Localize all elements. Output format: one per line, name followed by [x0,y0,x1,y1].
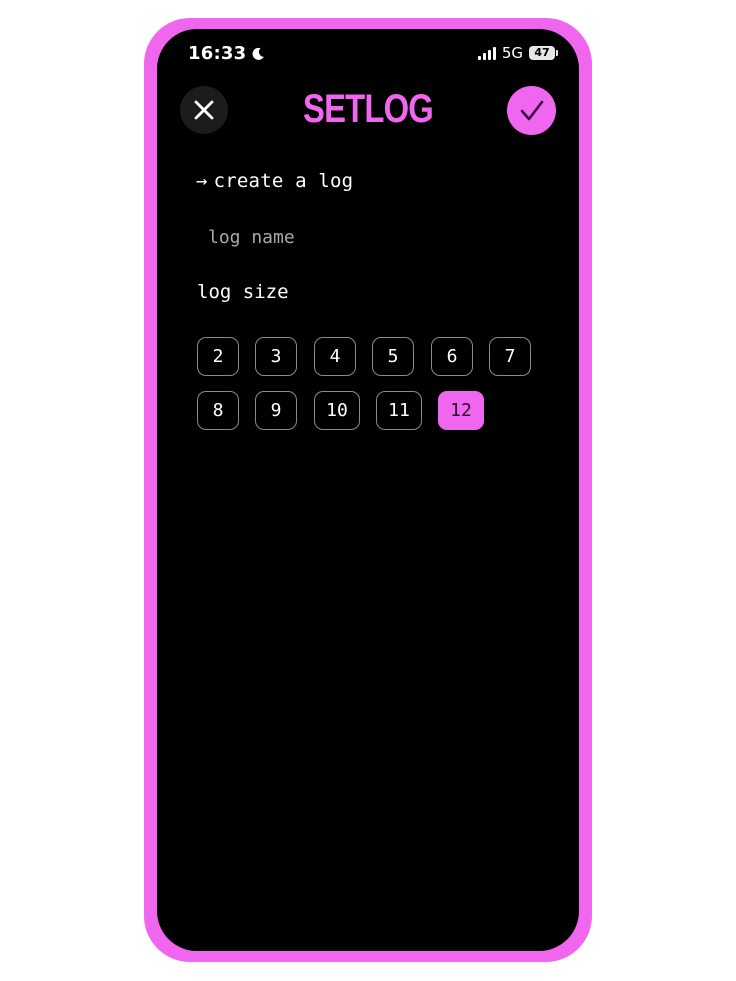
app-logo: SETLOG [303,87,434,131]
size-option-3[interactable]: 3 [255,337,297,376]
size-option-7[interactable]: 7 [489,337,531,376]
size-option-12-selected[interactable]: 12 [438,391,484,430]
size-option-5[interactable]: 5 [372,337,414,376]
battery-level: 47 [534,46,550,59]
size-option-11[interactable]: 11 [376,391,422,430]
battery-icon: 47 [529,46,558,60]
form-title: → create a log [196,170,353,192]
status-bar-time: 16:33 [188,43,265,64]
moon-icon [252,47,265,60]
arrow-right-icon: → [196,170,208,192]
checkmark-icon [520,100,543,120]
signal-icon [477,46,496,60]
log-size-label: log size [197,281,289,303]
app-screen: 16:33 5G 47 SETLOG →create a log log siz… [157,29,579,951]
time-text: 16:33 [188,43,247,64]
form-title-text: create a log [213,170,354,192]
log-name-input[interactable] [197,221,508,253]
size-option-8[interactable]: 8 [197,391,239,430]
status-bar-indicators: 5G 47 [477,44,558,62]
network-label: 5G [501,44,523,62]
size-option-9[interactable]: 9 [255,391,297,430]
size-option-10[interactable]: 10 [314,391,360,430]
size-option-6[interactable]: 6 [431,337,473,376]
size-option-4[interactable]: 4 [314,337,356,376]
confirm-button[interactable] [507,86,556,135]
size-option-2[interactable]: 2 [197,337,239,376]
